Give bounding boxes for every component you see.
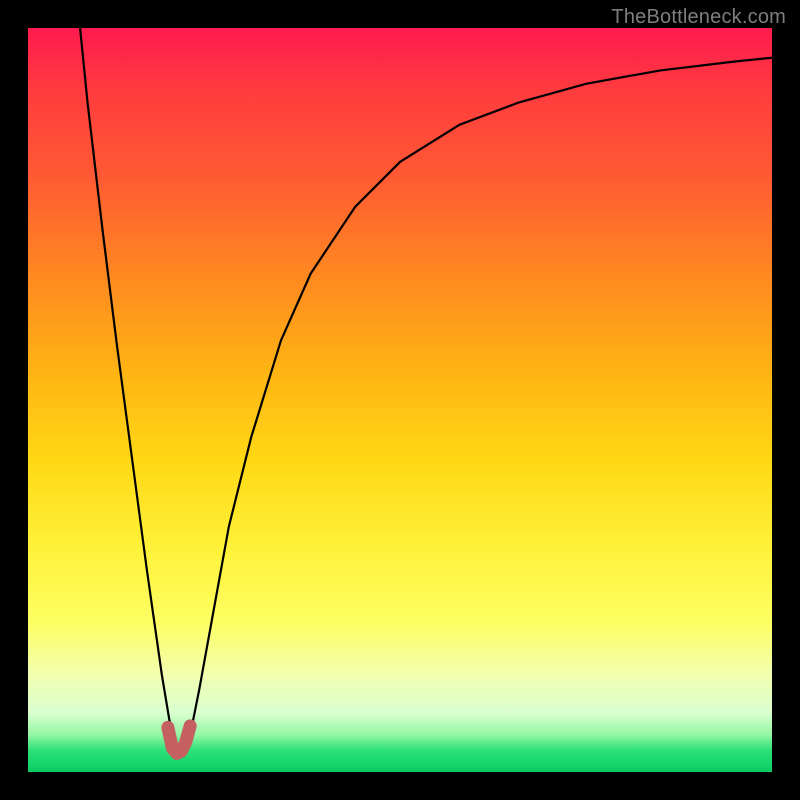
plot-area <box>28 28 772 772</box>
chart-frame: TheBottleneck.com <box>0 0 800 800</box>
watermark-text: TheBottleneck.com <box>611 6 786 29</box>
bottleneck-curve <box>80 28 772 750</box>
curve-layer <box>28 28 772 772</box>
